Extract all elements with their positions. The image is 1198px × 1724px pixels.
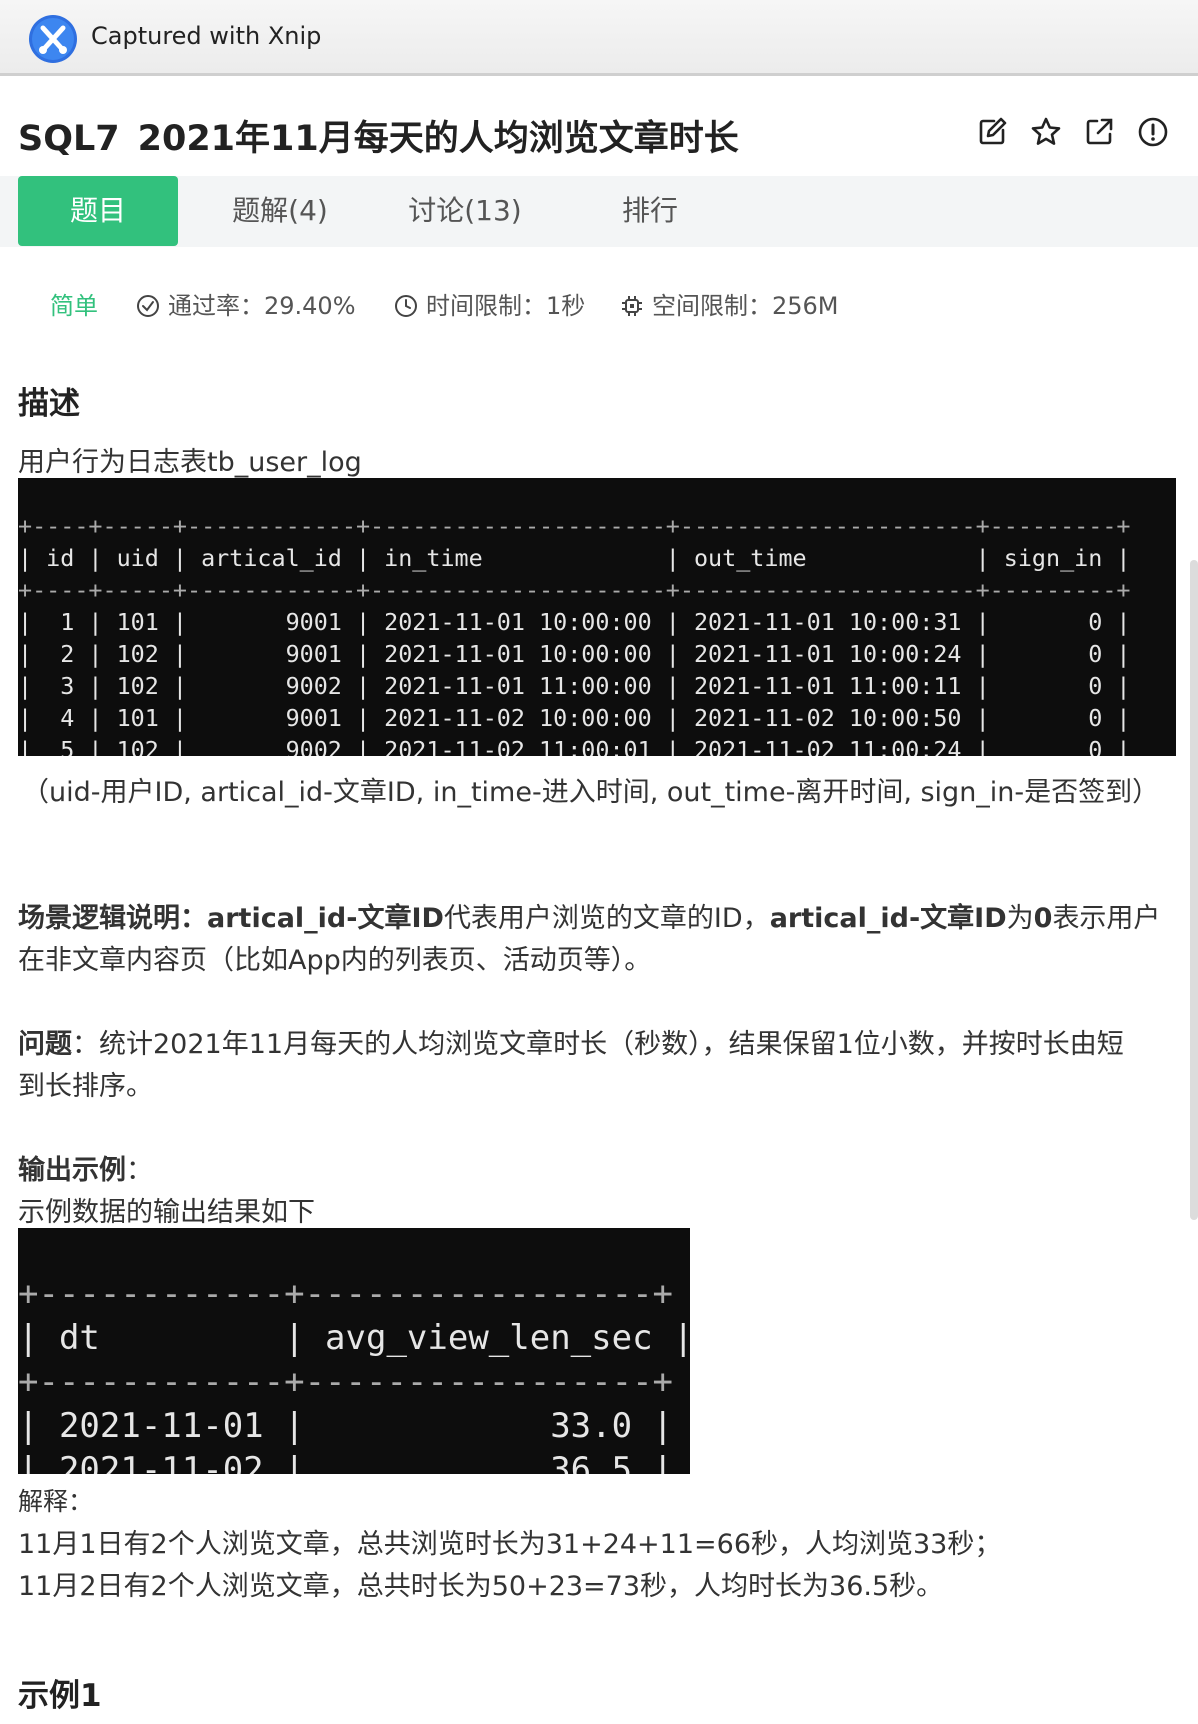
scrollbar[interactable]: [1190, 560, 1198, 1220]
explain-line-1: 11月1日有2个人浏览文章，总共浏览时长为31+24+11=66秒，人均浏览33…: [18, 1529, 1002, 1560]
tab-problem[interactable]: 题目: [18, 176, 178, 246]
table-row: | 2021-11-01 | 33.0 |: [18, 1406, 674, 1446]
table-row: | 1 | 101 | 9001 | 2021-11-01 10:00:00 |…: [18, 608, 1131, 636]
chip-icon: [622, 296, 642, 316]
info-icon[interactable]: [1137, 116, 1169, 148]
capture-bar: Captured with Xnip: [0, 0, 1198, 76]
table-border: +------------+-----------------+: [18, 1362, 674, 1402]
question: 问题：统计2021年11月每天的人均浏览文章时长（秒数），结果保留1位小数，并按…: [18, 1029, 1124, 1060]
table-border: +----+-----+------------+---------------…: [18, 576, 1131, 604]
space-limit: 空间限制：256M: [620, 286, 839, 321]
output-example-label: 输出示例：: [18, 1155, 153, 1186]
tab-discussion[interactable]: 讨论(13): [385, 176, 545, 246]
table-row: | 5 | 102 | 9002 | 2021-11-02 11:00:01 |…: [18, 736, 1131, 756]
scene-description: 场景逻辑说明：artical_id-文章ID代表用户浏览的文章的ID，artic…: [18, 903, 1161, 934]
log-table-image: +----+-----+------------+---------------…: [18, 478, 1176, 756]
table-caption: 用户行为日志表tb_user_log: [18, 447, 362, 478]
clock-icon: [395, 295, 417, 317]
output-caption: 示例数据的输出结果如下: [18, 1197, 315, 1228]
tab-ranking[interactable]: 排行: [570, 176, 730, 246]
problem-code: SQL7: [18, 119, 120, 159]
table-row: | 4 | 101 | 9001 | 2021-11-02 10:00:00 |…: [18, 704, 1131, 732]
share-icon[interactable]: [1083, 116, 1115, 148]
table-row: | 2 | 102 | 9001 | 2021-11-01 10:00:00 |…: [18, 640, 1131, 668]
explain-label: 解释：: [18, 1487, 94, 1516]
tab-solutions[interactable]: 题解(4): [200, 176, 360, 246]
question-line2: 到长排序。: [18, 1071, 153, 1102]
pass-rate: 通过率：29.40%: [136, 286, 356, 321]
problem-title: 2021年11月每天的人均浏览文章时长: [137, 119, 739, 159]
check-circle-icon: [137, 295, 159, 317]
table-row: | 3 | 102 | 9002 | 2021-11-01 11:00:00 |…: [18, 672, 1131, 700]
description-heading: 描述: [18, 386, 80, 422]
edit-icon[interactable]: [976, 116, 1008, 148]
xnip-logo-icon: [29, 15, 77, 63]
field-note: （uid-用户ID, artical_id-文章ID, in_time-进入时间…: [22, 777, 1160, 808]
explain-line-2: 11月2日有2个人浏览文章，总共时长为50+23=73秒，人均时长为36.5秒。: [18, 1571, 944, 1602]
table-row: | 2021-11-02 | 36.5 |: [18, 1450, 674, 1474]
table-border: +----+-----+------------+---------------…: [18, 512, 1131, 540]
difficulty-badge: 简单: [50, 292, 98, 320]
scene-description-line2: 在非文章内容页（比如App内的列表页、活动页等）。: [18, 945, 652, 976]
table-header: | dt | avg_view_len_sec |: [18, 1318, 690, 1358]
table-header: | id | uid | artical_id | in_time | out_…: [18, 544, 1131, 572]
app-name: Captured with Xnip: [91, 22, 322, 50]
page-title: SQL7 2021年11月每天的人均浏览文章时长: [18, 110, 739, 161]
example-heading: 示例1: [18, 1678, 102, 1714]
table-border: +------------+-----------------+: [18, 1274, 674, 1314]
result-table-image: +------------+-----------------+ | dt | a…: [18, 1228, 690, 1474]
star-icon[interactable]: [1030, 116, 1062, 148]
time-limit: 时间限制：1秒: [394, 286, 585, 321]
